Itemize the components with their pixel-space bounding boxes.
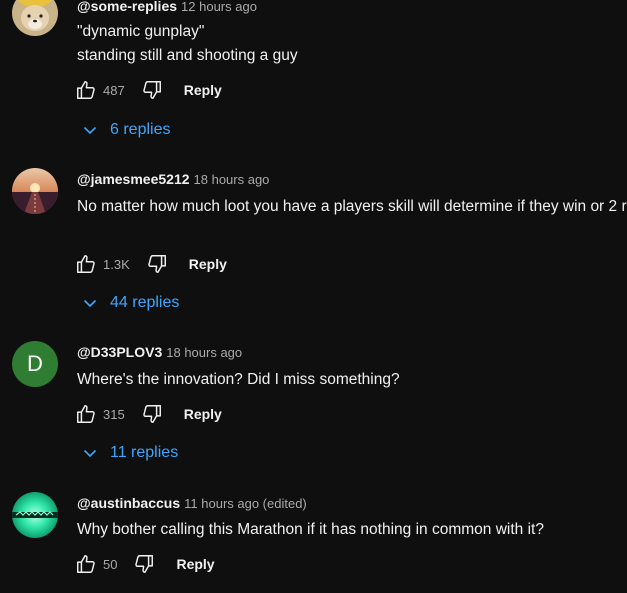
comment-actions: 1.3K Reply (74, 252, 227, 276)
timestamp[interactable]: 11 hours ago (edited) (184, 496, 307, 511)
like-count: 1.3K (103, 256, 130, 272)
like-count: 315 (103, 406, 125, 422)
replies-count: 6 replies (110, 121, 171, 138)
avatar-initial: D (27, 351, 43, 376)
reply-button[interactable]: Reply (184, 82, 222, 98)
chevron-down-icon (82, 445, 98, 461)
view-replies-button[interactable]: 11 replies (82, 442, 178, 464)
author-name[interactable]: @austinbaccus (77, 495, 180, 511)
chevron-down-icon (82, 122, 98, 138)
comment-header: @D33PLOV3 18 hours ago (77, 343, 242, 362)
author-name[interactable]: @jamesmee5212 (77, 171, 190, 187)
thumb-down-icon[interactable] (140, 402, 164, 426)
comment-header: @jamesmee5212 18 hours ago (77, 170, 269, 189)
replies-count: 11 replies (110, 444, 179, 461)
reply-button[interactable]: Reply (184, 406, 222, 422)
like-count: 487 (103, 82, 125, 98)
comment-text: Where's the innovation? Did I miss somet… (77, 371, 400, 388)
timestamp[interactable]: 18 hours ago (166, 345, 242, 360)
thumb-up-icon[interactable] (74, 402, 98, 426)
comment-text: Why bother calling this Marathon if it h… (77, 521, 544, 538)
comment-text: No matter how much loot you have a playe… (77, 198, 627, 215)
comment-actions: 50 Reply (74, 552, 215, 576)
timestamp[interactable]: 12 hours ago (181, 0, 257, 14)
author-name[interactable]: @D33PLOV3 (77, 344, 162, 360)
comment-actions: 487 Reply (74, 78, 222, 102)
thumb-up-icon[interactable] (74, 252, 98, 276)
like-count: 50 (103, 556, 118, 572)
view-replies-button[interactable]: 44 replies (82, 292, 179, 314)
avatar-letter[interactable]: D (12, 341, 58, 387)
avatar-green-logo[interactable] (12, 492, 58, 538)
avatar-sunset[interactable] (12, 168, 58, 214)
comment-actions: 315 Reply (74, 402, 222, 426)
thumb-down-icon[interactable] (145, 252, 169, 276)
comment-header: @some-replies 12 hours ago (77, 0, 257, 16)
timestamp[interactable]: 18 hours ago (194, 172, 270, 187)
replies-count: 44 replies (110, 294, 180, 311)
comment-header: @austinbaccus 11 hours ago (edited) (77, 494, 307, 513)
view-replies-button[interactable]: 6 replies (82, 119, 170, 141)
thumb-up-icon[interactable] (74, 78, 98, 102)
thumb-down-icon[interactable] (140, 78, 164, 102)
avatar-dog[interactable] (12, 0, 58, 36)
chevron-down-icon (82, 295, 98, 311)
reply-button[interactable]: Reply (189, 256, 227, 272)
comment-text: "dynamic gunplay" standing still and sho… (77, 23, 298, 64)
thumb-up-icon[interactable] (74, 552, 98, 576)
reply-button[interactable]: Reply (176, 556, 214, 572)
thumb-down-icon[interactable] (132, 552, 156, 576)
author-name[interactable]: @some-replies (77, 0, 177, 14)
